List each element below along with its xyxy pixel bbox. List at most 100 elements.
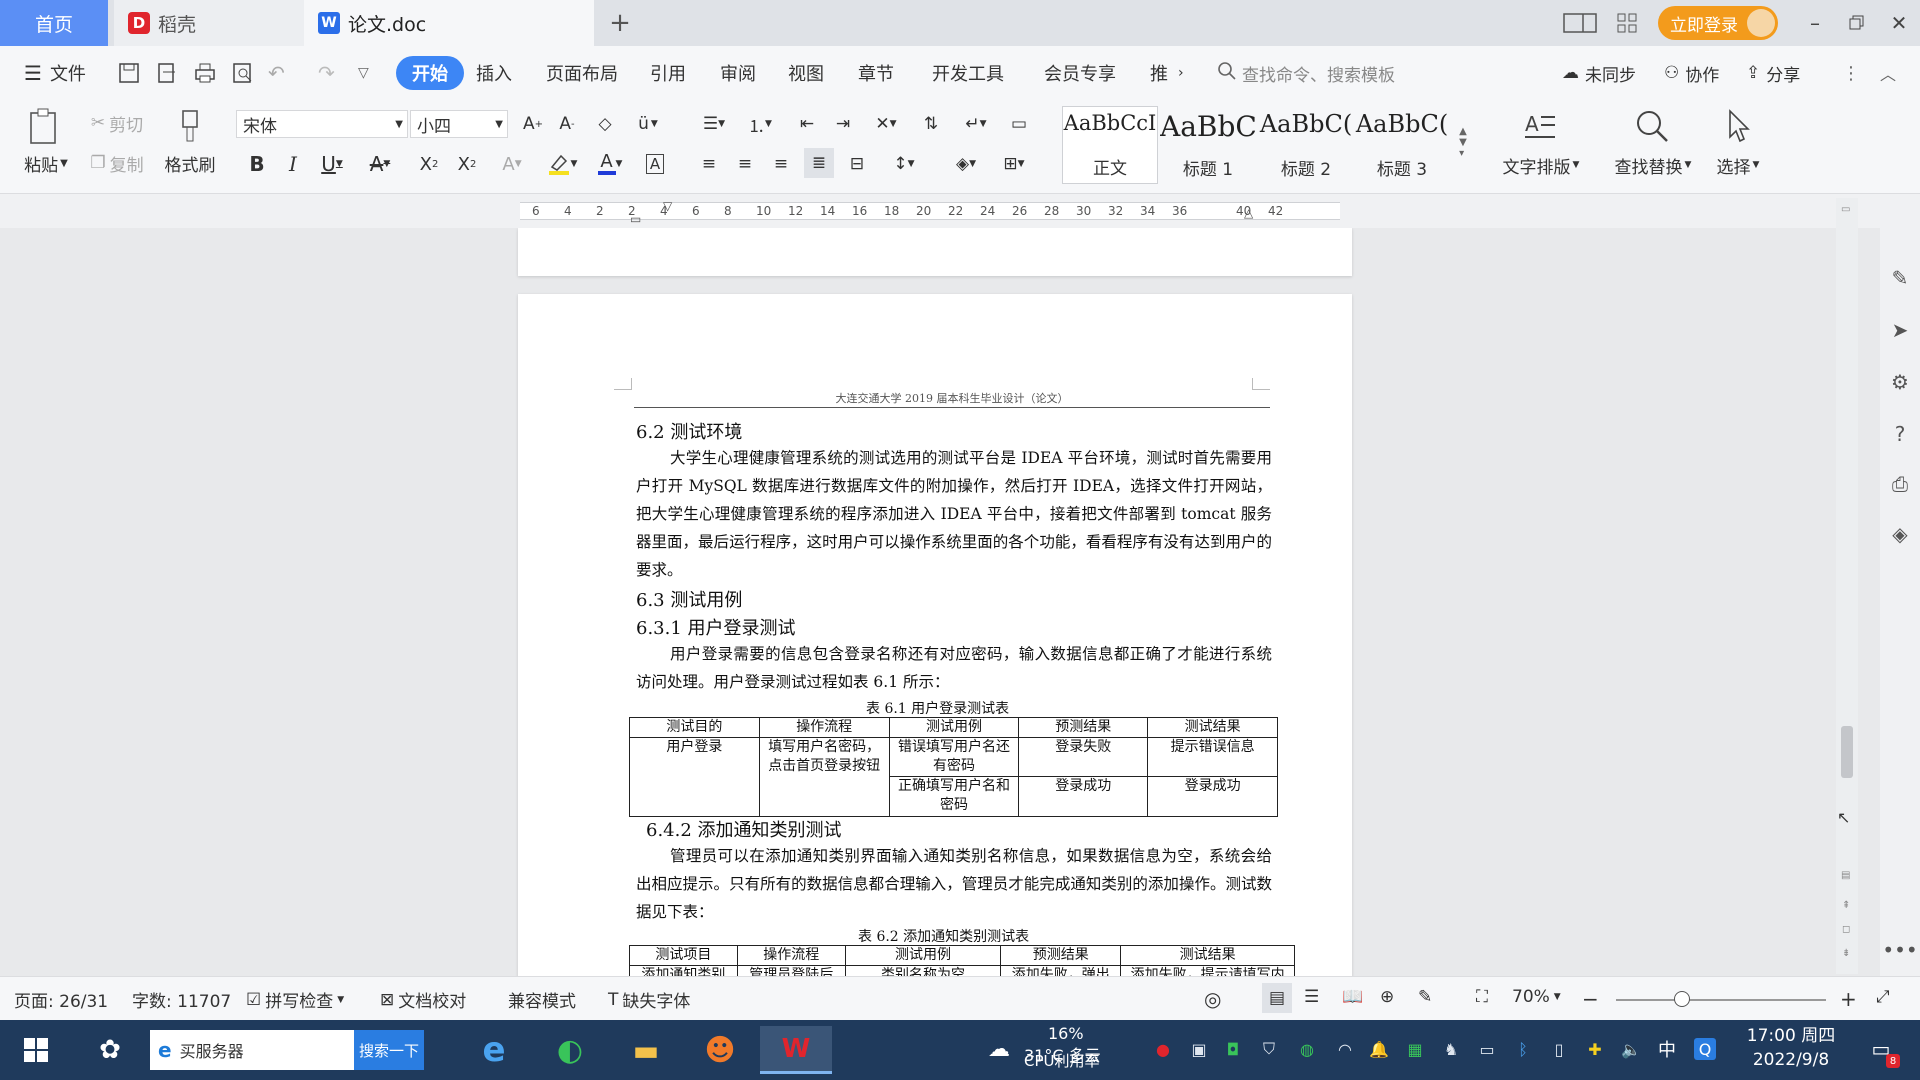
page-up-icon[interactable]: ⇞ — [1842, 900, 1850, 911]
increase-font-icon[interactable]: A + — [518, 110, 548, 138]
tray-plus-icon[interactable]: ✚ — [1584, 1038, 1606, 1060]
tab-view[interactable]: 视图 — [788, 56, 824, 90]
format-painter-button[interactable]: 格式刷 — [160, 150, 220, 176]
file-menu[interactable]: ☰ 文件 — [24, 56, 86, 90]
compass-icon[interactable]: ◈ — [1888, 522, 1912, 546]
zoom-slider[interactable] — [1616, 999, 1826, 1001]
share-button[interactable]: ⇪ 分享 — [1746, 56, 1800, 90]
decrease-indent-icon[interactable]: ⇤ — [792, 110, 822, 138]
sync-button[interactable]: ☁ 未同步 — [1562, 56, 1636, 90]
command-search-input[interactable]: 查找命令、搜索模板 — [1218, 58, 1538, 88]
fit-page-icon[interactable]: ⛶ — [1476, 987, 1488, 1007]
tab-member[interactable]: 会员专享 — [1044, 56, 1116, 90]
align-left-icon[interactable]: ≡ — [694, 150, 724, 178]
tab-start[interactable]: 开始 — [396, 56, 464, 90]
qq-icon[interactable]: ♞ — [1440, 1038, 1462, 1060]
page-down-icon[interactable]: ⇟ — [1842, 948, 1850, 959]
first-line-indent-marker[interactable]: ▽ — [663, 199, 672, 213]
fullscreen-icon[interactable]: ⤢ — [1876, 987, 1890, 1007]
tray-360-icon[interactable]: ◍ — [1296, 1038, 1318, 1060]
proofread-button[interactable]: ⊠ 文档校对 — [380, 987, 466, 1013]
more-vertical-icon[interactable]: ⋮ — [1842, 56, 1860, 90]
strikethrough-button[interactable]: A ▼ — [362, 150, 398, 178]
text-effect-icon[interactable]: A ▼ — [492, 150, 532, 178]
outline-view-icon[interactable]: ☰ — [1304, 987, 1319, 1007]
tray-security-icon[interactable]: ⛉ — [1258, 1038, 1280, 1060]
align-right-icon[interactable]: ≡ — [766, 150, 796, 178]
style-heading-2[interactable]: AaBbC( 标题 2 — [1258, 106, 1354, 184]
show-marks-icon[interactable]: ↵ ▼ — [956, 110, 996, 138]
pinwheel-app-icon[interactable]: ✿ — [86, 1026, 134, 1074]
increase-indent-icon[interactable]: ⇥ — [828, 110, 858, 138]
italic-button[interactable]: I — [280, 150, 306, 178]
tab-home[interactable]: 首页 — [0, 0, 108, 46]
layout-toggle-icon[interactable] — [1560, 0, 1600, 46]
tab-daoke[interactable]: D 稻壳 — [114, 0, 304, 46]
print-preview-icon[interactable] — [232, 56, 254, 90]
phonetic-guide-icon[interactable]: ü ▼ — [628, 110, 668, 138]
zoom-slider-thumb[interactable] — [1674, 991, 1690, 1007]
tab-review[interactable]: 审阅 — [720, 56, 756, 90]
reading-view-icon[interactable]: 📖 — [1342, 987, 1363, 1007]
internet-explorer-icon[interactable]: e — [470, 1026, 518, 1074]
word-count[interactable]: 字数: 11707 — [132, 987, 231, 1012]
tab-recommend[interactable]: 推 › — [1150, 56, 1184, 90]
more-horizontal-icon[interactable]: ••• — [1882, 938, 1917, 962]
tab-insert[interactable]: 插入 — [476, 56, 512, 90]
ime-app-icon[interactable]: Q — [1694, 1038, 1716, 1060]
tab-references[interactable]: 引用 — [650, 56, 686, 90]
bullet-list-icon[interactable]: ☰ ▼ — [694, 110, 734, 138]
borders-icon[interactable]: ⊞ ▼ — [994, 150, 1034, 178]
restore-button[interactable] — [1842, 0, 1872, 46]
export-pdf-icon[interactable] — [156, 56, 178, 90]
superscript-button[interactable]: X2 — [414, 150, 444, 178]
eye-protection-icon[interactable]: ◎ — [1204, 987, 1221, 1011]
char-border-icon[interactable]: A — [640, 150, 670, 178]
horizontal-ruler[interactable]: 6 4 2 2 4 6 8 10 12 14 16 18 20 22 24 26 28 30 32 34 36 40 42 … — [0, 194, 1880, 228]
tab-developer[interactable]: 开发工具 — [932, 56, 1004, 90]
wifi-icon[interactable]: ◠ — [1334, 1038, 1356, 1060]
decrease-font-icon[interactable]: A- — [552, 110, 582, 138]
spell-check-button[interactable]: ☑ 拼写检查 ▼ — [246, 987, 344, 1013]
style-heading-1[interactable]: AaBbC 标题 1 — [1160, 106, 1256, 184]
scrollbar-thumb[interactable] — [1841, 726, 1853, 778]
zoom-select[interactable]: 70% ▼ — [1512, 987, 1561, 1007]
writing-mode-icon[interactable]: ✎ — [1418, 987, 1432, 1007]
bold-button[interactable]: B — [244, 150, 270, 178]
style-normal[interactable]: AaBbCcI 正文 — [1062, 106, 1158, 184]
right-indent-marker[interactable]: △ — [1244, 206, 1253, 220]
battery-icon[interactable]: ▭ — [1476, 1038, 1498, 1060]
windows-start-icon[interactable] — [12, 1026, 60, 1074]
justify-icon[interactable]: ≣ — [804, 148, 834, 178]
pointer-icon[interactable]: ➤ — [1888, 318, 1912, 342]
select-cursor-icon[interactable] — [1718, 106, 1758, 146]
document-page[interactable]: 大连交通大学 2019 届本科生毕业设计（论文） 6.2 测试环境 大学生心理健… — [518, 294, 1352, 976]
new-tab-button[interactable]: + — [600, 0, 640, 46]
collaborate-button[interactable]: ⚇ 协作 — [1664, 56, 1719, 90]
print-icon[interactable] — [194, 56, 216, 90]
shading-icon[interactable]: ◈ ▼ — [946, 150, 986, 178]
missing-font-button[interactable]: T 缺失字体 — [608, 987, 690, 1013]
usb-icon[interactable]: ▯ — [1548, 1038, 1570, 1060]
tab-document[interactable]: W 论文.doc — [304, 0, 594, 46]
left-indent-marker[interactable]: ▭ — [630, 212, 641, 226]
find-replace-button[interactable]: 查找替换 ▼ — [1606, 152, 1700, 178]
font-color-icon[interactable]: A ▼ — [590, 150, 630, 178]
font-name-select[interactable]: 宋体 ▼ — [236, 110, 408, 138]
tray-shield-icon[interactable]: ▣ — [1188, 1038, 1210, 1060]
subscript-button[interactable]: X2 — [452, 150, 482, 178]
system-clock[interactable]: 17:00 周四 2022/9/8 — [1736, 1024, 1846, 1072]
styles-scroll-icon[interactable]: ▲ ▼ ▾ — [1454, 110, 1472, 174]
tab-stop-icon[interactable]: ▭ — [1002, 110, 1036, 138]
vertical-scrollbar[interactable]: ▭ ↖ ▤ ⇞ ◻ ⇟ — [1836, 198, 1858, 974]
game-app-icon[interactable]: ☻ — [696, 1026, 744, 1074]
find-replace-icon[interactable] — [1632, 106, 1672, 146]
login-button[interactable]: 立即登录 — [1658, 6, 1778, 40]
scroll-up-icon[interactable]: ▭ — [1841, 204, 1850, 215]
align-center-icon[interactable]: ≡ — [730, 150, 760, 178]
highlight-icon[interactable]: ▼ — [542, 150, 582, 178]
document-canvas[interactable]: 大连交通大学 2019 届本科生毕业设计（论文） 6.2 测试环境 大学生心理健… — [0, 228, 1880, 976]
ime-indicator[interactable]: 中 — [1656, 1038, 1678, 1061]
volume-icon[interactable]: 🔈 — [1620, 1038, 1642, 1060]
pen-icon[interactable]: ✎ — [1888, 266, 1912, 290]
